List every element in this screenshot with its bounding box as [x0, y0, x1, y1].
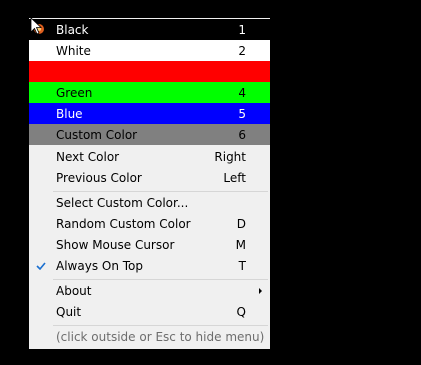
- menu-item-red[interactable]: Red 3: [29, 61, 270, 82]
- menu-item-label: White: [56, 43, 91, 58]
- menu-item-shortcut: 4: [238, 85, 246, 100]
- menu-item-shortcut: 1: [238, 22, 246, 37]
- menu-item-shortcut: Left: [223, 170, 246, 185]
- menu-item-shortcut: D: [236, 216, 246, 231]
- menu-item-shortcut: M: [235, 237, 246, 252]
- menu-item-label: Always On Top: [56, 258, 143, 273]
- menu-item-about[interactable]: About: [29, 280, 270, 301]
- menu-item-shortcut: T: [238, 258, 246, 273]
- menu-item-shortcut: 6: [238, 127, 246, 142]
- menu-item-white[interactable]: White 2: [29, 40, 270, 61]
- menu-item-shortcut: 2: [238, 43, 246, 58]
- cursor-icon: [30, 17, 52, 40]
- menu-item-shortcut: 3: [238, 64, 246, 79]
- menu-item-green[interactable]: Green 4: [29, 82, 270, 103]
- menu-item-label: About: [56, 283, 92, 298]
- menu-item-next-color[interactable]: Next Color Right: [29, 146, 270, 167]
- menu-item-select-custom-color[interactable]: Select Custom Color...: [29, 192, 270, 213]
- menu-item-label: Show Mouse Cursor: [56, 237, 175, 252]
- menu-item-label: Random Custom Color: [56, 216, 191, 231]
- menu-hint: (click outside or Esc to hide menu): [29, 326, 270, 347]
- menu-item-label: Custom Color: [56, 127, 138, 142]
- menu-item-show-mouse-cursor[interactable]: Show Mouse Cursor M: [29, 234, 270, 255]
- menu-item-label: Red: [56, 64, 79, 79]
- menu-item-label: Black: [56, 22, 89, 37]
- checkmark-icon: [34, 259, 48, 273]
- context-menu: Black 1 White 2 Red 3 Green 4 Blue 5 Cus…: [29, 18, 270, 349]
- menu-item-quit[interactable]: Quit Q: [29, 301, 270, 322]
- menu-item-shortcut: 5: [238, 106, 246, 121]
- menu-hint-label: (click outside or Esc to hide menu): [56, 329, 265, 344]
- submenu-arrow-icon: [259, 287, 262, 294]
- menu-item-black[interactable]: Black 1: [29, 19, 270, 40]
- menu-item-label: Select Custom Color...: [56, 195, 189, 210]
- menu-item-label: Blue: [56, 106, 83, 121]
- menu-item-previous-color[interactable]: Previous Color Left: [29, 167, 270, 188]
- menu-item-custom-color[interactable]: Custom Color 6: [29, 124, 270, 145]
- menu-item-random-custom-color[interactable]: Random Custom Color D: [29, 213, 270, 234]
- menu-item-shortcut: Right: [214, 149, 246, 164]
- menu-item-shortcut: Q: [236, 304, 246, 319]
- menu-item-label: Next Color: [56, 149, 120, 164]
- menu-item-blue[interactable]: Blue 5: [29, 103, 270, 124]
- menu-item-label: Quit: [56, 304, 82, 319]
- menu-item-always-on-top[interactable]: Always On Top T: [29, 255, 270, 276]
- menu-item-label: Green: [56, 85, 93, 100]
- menu-item-label: Previous Color: [56, 170, 142, 185]
